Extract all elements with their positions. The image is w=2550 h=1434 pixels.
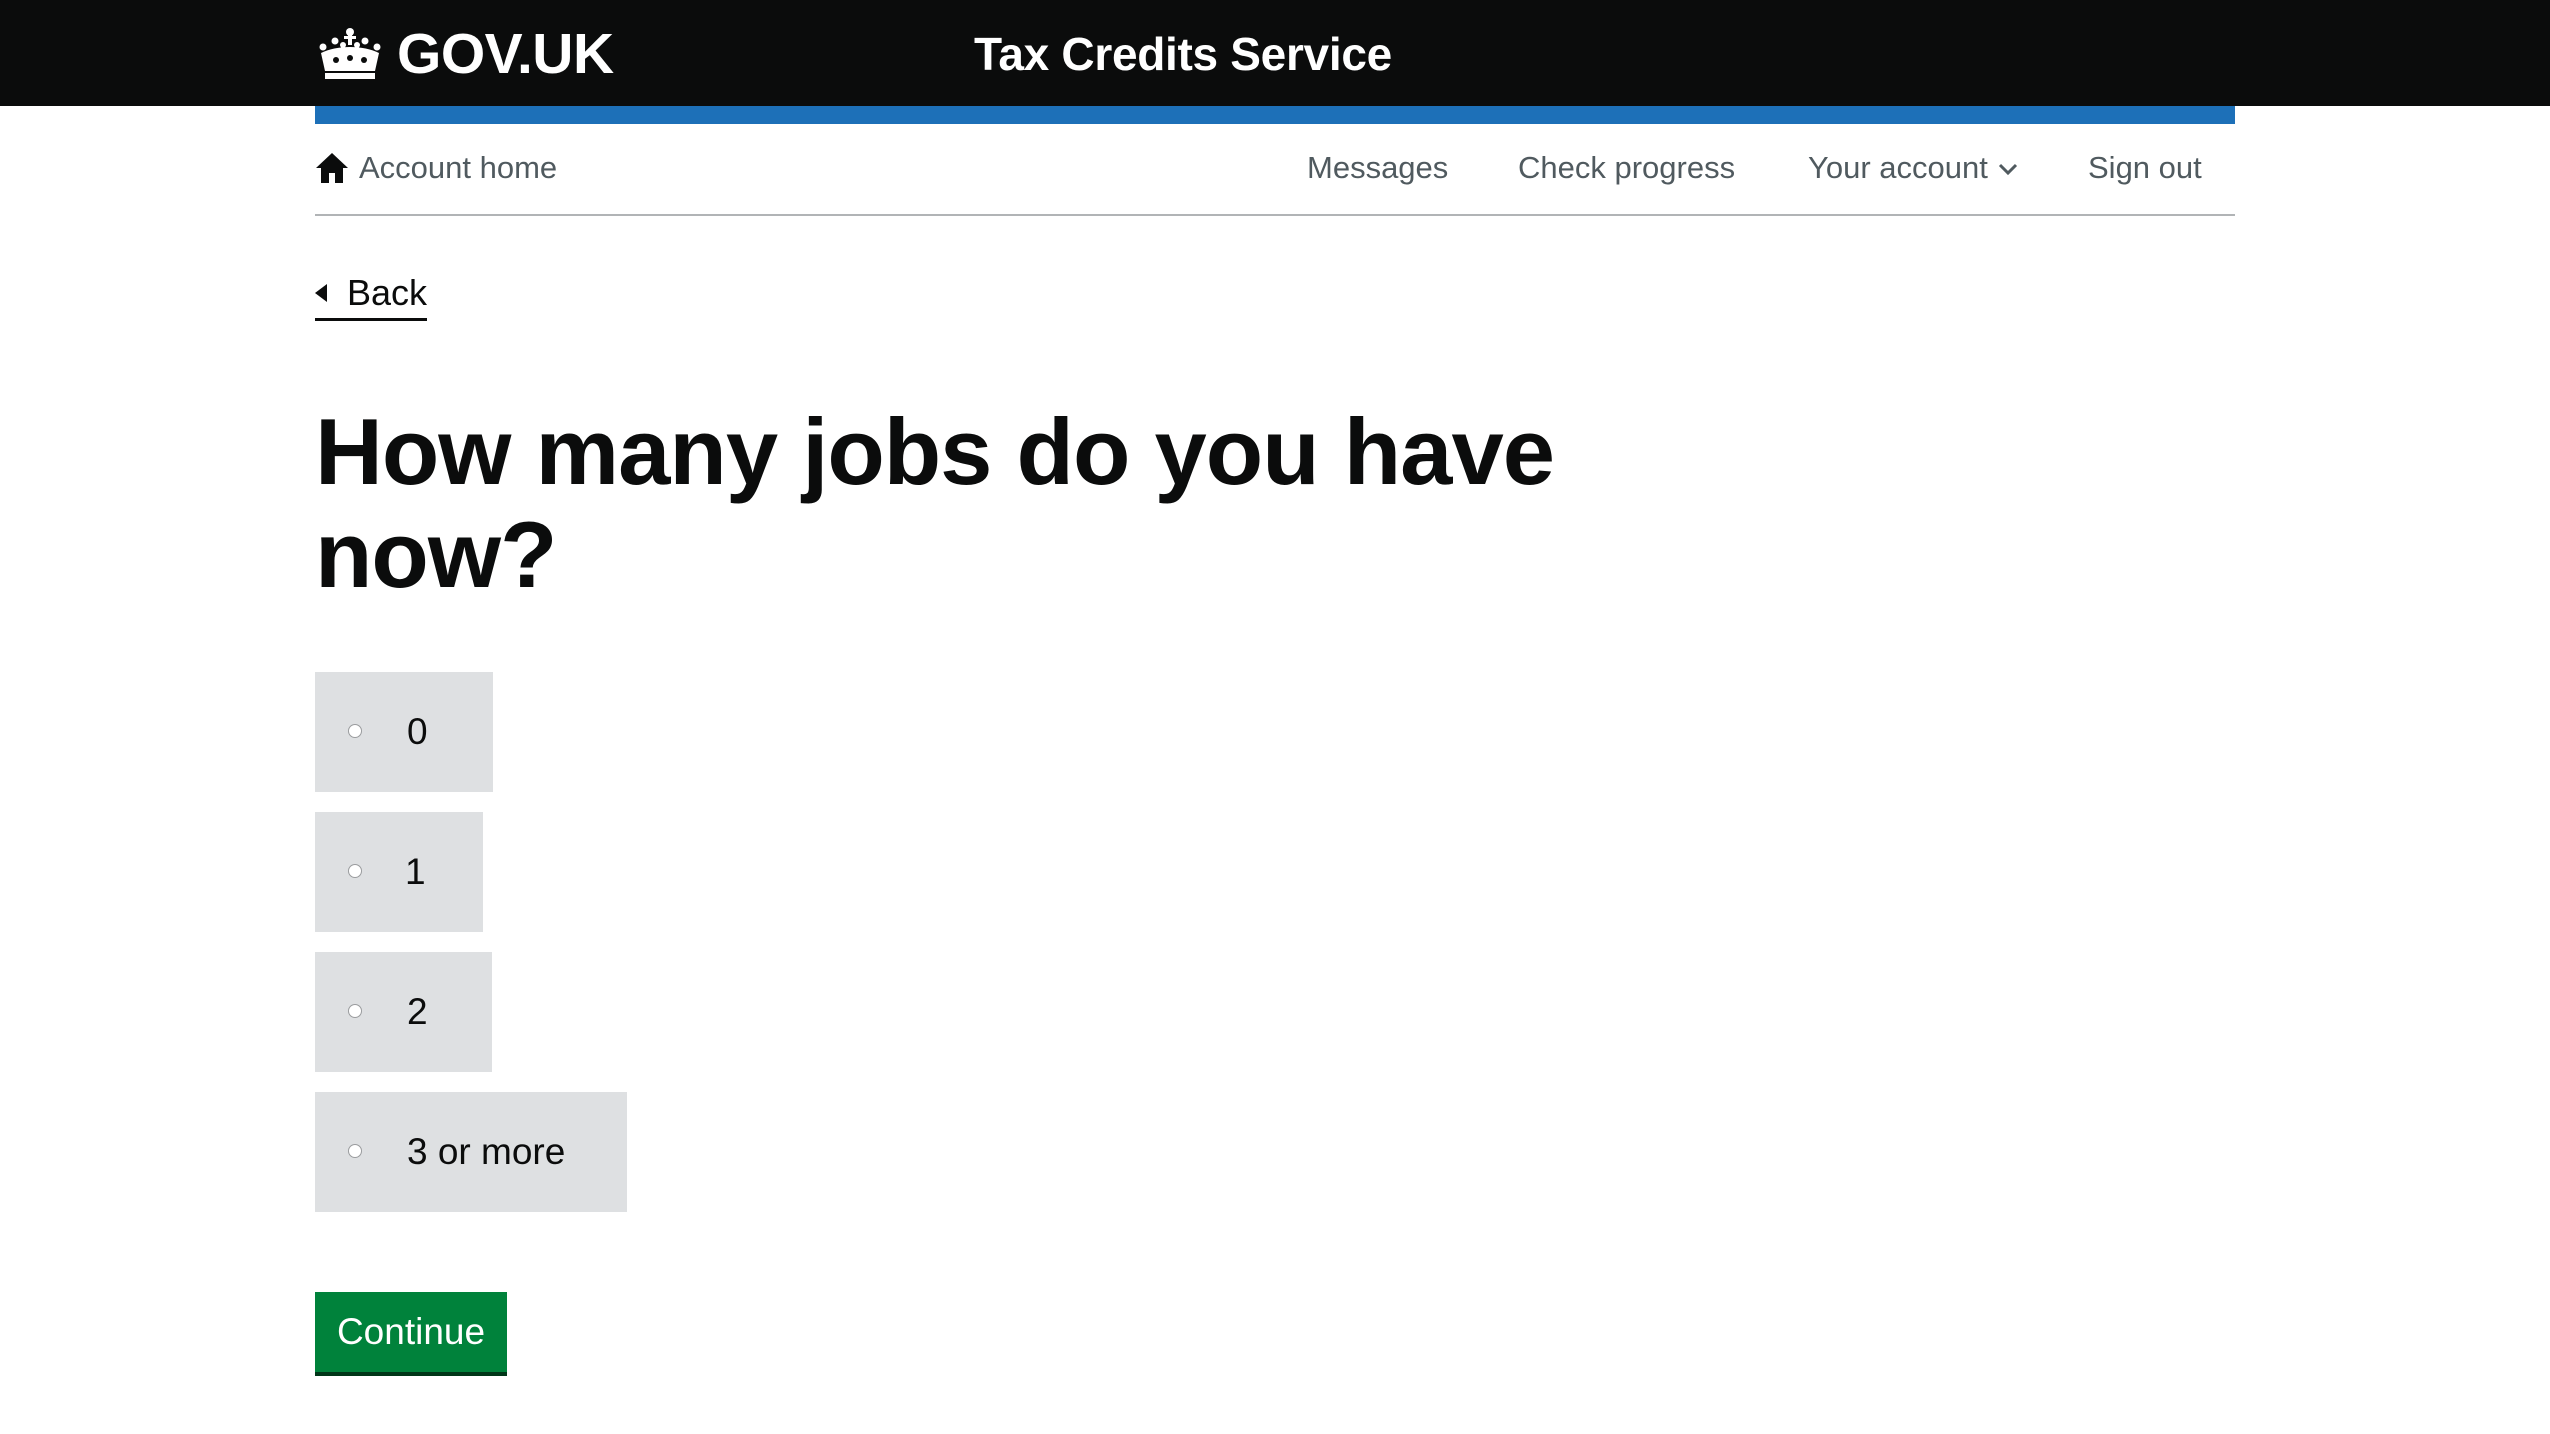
continue-button[interactable]: Continue <box>315 1292 507 1372</box>
chevron-down-icon <box>1998 144 2018 188</box>
page-title: How many jobs do you have now? <box>315 399 1555 607</box>
radio-button[interactable] <box>348 1144 362 1158</box>
logo-text: GOV.UK <box>397 22 614 86</box>
radio-label: 0 <box>407 711 428 752</box>
account-home-link[interactable]: Account home <box>315 146 557 190</box>
your-account-menu[interactable]: Your account <box>1808 146 2018 190</box>
messages-link[interactable]: Messages <box>1307 146 1448 190</box>
radio-option-2[interactable]: 2 <box>315 952 492 1072</box>
account-navigation: Account home Messages Check progress You… <box>315 124 2235 216</box>
back-link[interactable]: Back <box>315 268 428 321</box>
home-icon <box>315 152 359 184</box>
radio-option-0[interactable]: 0 <box>315 672 493 792</box>
account-home-label: Account home <box>359 150 558 185</box>
radio-button[interactable] <box>348 864 362 878</box>
site-header: GOV.UK Tax Credits Service <box>0 0 2550 106</box>
radio-label: 2 <box>407 991 428 1032</box>
radio-button[interactable] <box>348 724 362 738</box>
header-accent-bar <box>315 106 2235 124</box>
radio-button[interactable] <box>348 1004 362 1018</box>
check-progress-link[interactable]: Check progress <box>1518 146 1735 190</box>
service-name-link[interactable]: Tax Credits Service <box>974 22 1392 86</box>
radio-label: 1 <box>405 851 426 892</box>
back-label: Back <box>347 272 428 313</box>
back-arrow-icon <box>315 284 327 302</box>
radio-option-1[interactable]: 1 <box>315 812 483 932</box>
govuk-logo-link[interactable]: GOV.UK <box>315 22 614 86</box>
your-account-label: Your account <box>1808 150 1988 185</box>
radio-label: 3 or more <box>407 1131 566 1172</box>
sign-out-link[interactable]: Sign out <box>2088 146 2202 190</box>
radio-option-3-or-more[interactable]: 3 or more <box>315 1092 627 1212</box>
crown-icon <box>315 27 385 81</box>
